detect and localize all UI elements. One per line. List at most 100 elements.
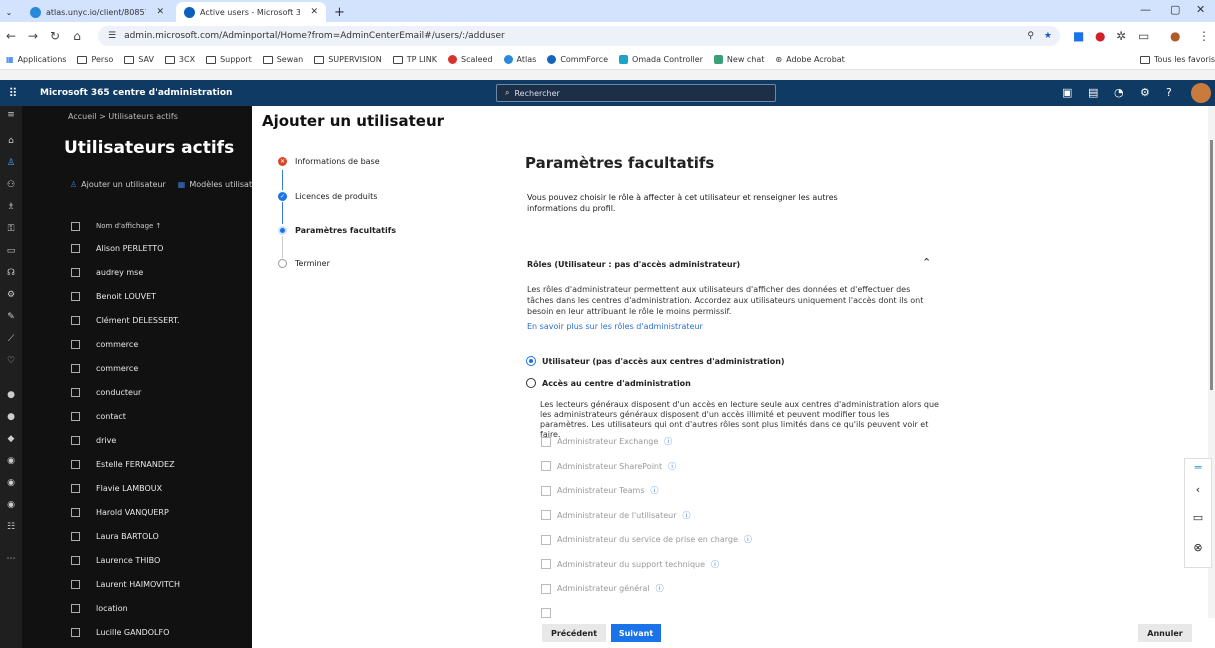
row-checkbox[interactable]	[71, 363, 80, 373]
screen-share-icon[interactable]: ▭	[1185, 511, 1211, 524]
bookmark-sav[interactable]: SAV	[124, 55, 154, 64]
user-row[interactable]: Flavie LAMBOUX	[22, 478, 252, 498]
avatar[interactable]	[1191, 83, 1211, 103]
row-checkbox[interactable]	[71, 555, 80, 565]
compliance-icon[interactable]: ●	[0, 412, 22, 422]
bookmark-star-icon[interactable]: ★	[1044, 31, 1052, 41]
add-user-button[interactable]: ♙ Ajouter un utilisateur	[70, 180, 166, 189]
user-display-name[interactable]: Clément DELESSERT.	[96, 316, 180, 325]
column-header[interactable]: Nom d'affichage ↑	[22, 216, 252, 236]
groups-icon[interactable]: ♗	[0, 202, 22, 212]
exchange-icon[interactable]: ◉	[0, 456, 22, 466]
user-row[interactable]: Laurent HAIMOVITCH	[22, 574, 252, 594]
setup-icon[interactable]: ✎	[0, 312, 22, 322]
new-tab-button[interactable]: +	[334, 2, 345, 22]
user-display-name[interactable]: commerce	[96, 364, 138, 373]
step-licenses[interactable]: ✓ Licences de produits	[278, 192, 377, 201]
user-display-name[interactable]: Estelle FERNANDEZ	[96, 460, 175, 469]
menu-lines-icon[interactable]: ═	[1185, 461, 1211, 474]
close-circle-icon[interactable]: ⊗	[1185, 541, 1211, 554]
user-row[interactable]: audrey mse	[22, 262, 252, 282]
bookmark-omada[interactable]: Omada Controller	[619, 55, 703, 64]
radio-user-role[interactable]: Utilisateur (pas d'accès aux centres d'a…	[526, 356, 785, 366]
row-checkbox[interactable]	[71, 291, 80, 301]
all-admin-centers-icon[interactable]: ☷	[0, 522, 22, 532]
role-checkbox[interactable]: Administrateur SharePoint ⓘ	[541, 461, 676, 472]
scrollbar-thumb[interactable]	[1210, 140, 1213, 390]
row-checkbox[interactable]	[71, 387, 80, 397]
zoom-icon[interactable]: ⚲	[1027, 31, 1034, 41]
user-display-name[interactable]: Laurence THIBO	[96, 556, 160, 565]
role-checkbox[interactable]: Administrateur Exchange ⓘ	[541, 436, 672, 447]
health-icon[interactable]: ♡	[0, 356, 22, 366]
user-display-name[interactable]: Laurent HAIMOVITCH	[96, 580, 180, 589]
role-checkbox[interactable]: Administrateur du service de prise en ch…	[541, 534, 752, 545]
row-checkbox[interactable]	[71, 411, 80, 421]
row-checkbox[interactable]	[71, 339, 80, 349]
bookmark-acrobat[interactable]: ⊛ Adobe Acrobat	[775, 55, 844, 64]
row-checkbox[interactable]	[71, 483, 80, 493]
reload-icon[interactable]: ↻	[44, 29, 66, 43]
user-row[interactable]: Alison PERLETTO	[22, 238, 252, 258]
user-display-name[interactable]: commerce	[96, 340, 138, 349]
user-row[interactable]: commerce	[22, 334, 252, 354]
step-basic-info[interactable]: ✕ Informations de base	[278, 157, 380, 166]
browser-tab-atlas[interactable]: atlas.unyc.io/client/80857#tele ✕	[22, 2, 172, 22]
row-checkbox[interactable]	[71, 315, 80, 325]
browser-tab-active-users[interactable]: Active users - Microsoft 365 ce ✕	[176, 2, 326, 22]
bookmark-scaleed[interactable]: Scaleed	[448, 55, 493, 64]
reports-icon[interactable]: ⟋	[0, 334, 22, 344]
billing-icon[interactable]: ▭	[0, 246, 22, 256]
row-checkbox[interactable]	[71, 579, 80, 589]
opera-extension-icon[interactable]: ●	[1095, 29, 1105, 43]
user-row[interactable]: Benoit LOUVET	[22, 286, 252, 306]
settings-gear-icon[interactable]: ⚙	[1140, 86, 1150, 99]
row-checkbox[interactable]	[71, 267, 80, 277]
bookmark-atlas[interactable]: Atlas	[503, 55, 536, 64]
minimize-icon[interactable]: —	[1140, 3, 1151, 16]
support-icon[interactable]: ☊	[0, 268, 22, 278]
tab-list-dropdown-icon[interactable]: ⌄	[0, 2, 18, 22]
sharepoint-icon[interactable]: ◉	[0, 478, 22, 488]
extensions-puzzle-icon[interactable]: ✲	[1116, 29, 1126, 43]
info-icon[interactable]: ⓘ	[711, 559, 719, 570]
user-row[interactable]: Clément DELESSERT.	[22, 310, 252, 330]
row-checkbox[interactable]	[71, 243, 80, 253]
profile-icon[interactable]: ●	[1170, 29, 1180, 43]
extension-icon[interactable]: ■	[1073, 29, 1084, 43]
app-launcher-icon[interactable]: ⠿	[0, 86, 26, 100]
row-checkbox[interactable]	[71, 531, 80, 541]
learn-more-link[interactable]: En savoir plus sur les rôles d'administr…	[527, 322, 703, 331]
back-icon[interactable]: ←	[0, 29, 22, 43]
help-icon[interactable]: ?	[1166, 86, 1172, 99]
settings-icon[interactable]: ⚙	[0, 290, 22, 300]
select-all-checkbox[interactable]	[71, 221, 80, 231]
bookmark-support[interactable]: Support	[206, 55, 252, 64]
chevron-up-icon[interactable]: ⌃	[922, 256, 931, 269]
forward-icon[interactable]: →	[22, 29, 44, 43]
teams-icon[interactable]: ⚇	[0, 180, 22, 190]
user-display-name[interactable]: Lucille GANDOLFO	[96, 628, 169, 637]
user-icon[interactable]: ♙	[0, 158, 22, 168]
user-display-name[interactable]: Alison PERLETTO	[96, 244, 163, 253]
close-tab-icon[interactable]: ✕	[156, 7, 164, 17]
role-checkbox[interactable]: Administrateur général ⓘ	[541, 583, 664, 594]
user-row[interactable]: drive	[22, 430, 252, 450]
info-icon[interactable]: ⓘ	[664, 436, 672, 447]
info-icon[interactable]: ⓘ	[683, 510, 691, 521]
role-checkbox-truncated[interactable]	[541, 608, 551, 618]
user-display-name[interactable]: contact	[96, 412, 126, 421]
user-display-name[interactable]: drive	[96, 436, 116, 445]
bookmark-all-favorites[interactable]: Tous les favoris	[1140, 55, 1215, 64]
home-icon[interactable]: ⌂	[66, 29, 88, 43]
row-checkbox[interactable]	[71, 627, 80, 637]
user-row[interactable]: location	[22, 598, 252, 618]
site-info-icon[interactable]: ☰	[108, 31, 116, 41]
home-icon[interactable]: ⌂	[0, 136, 22, 146]
user-row[interactable]: commerce	[22, 358, 252, 378]
user-row[interactable]: contact	[22, 406, 252, 426]
user-row[interactable]: Harold VANQUERP	[22, 502, 252, 522]
user-display-name[interactable]: Harold VANQUERP	[96, 508, 169, 517]
teams-admin-icon[interactable]: ◉	[0, 500, 22, 510]
row-checkbox[interactable]	[71, 603, 80, 613]
